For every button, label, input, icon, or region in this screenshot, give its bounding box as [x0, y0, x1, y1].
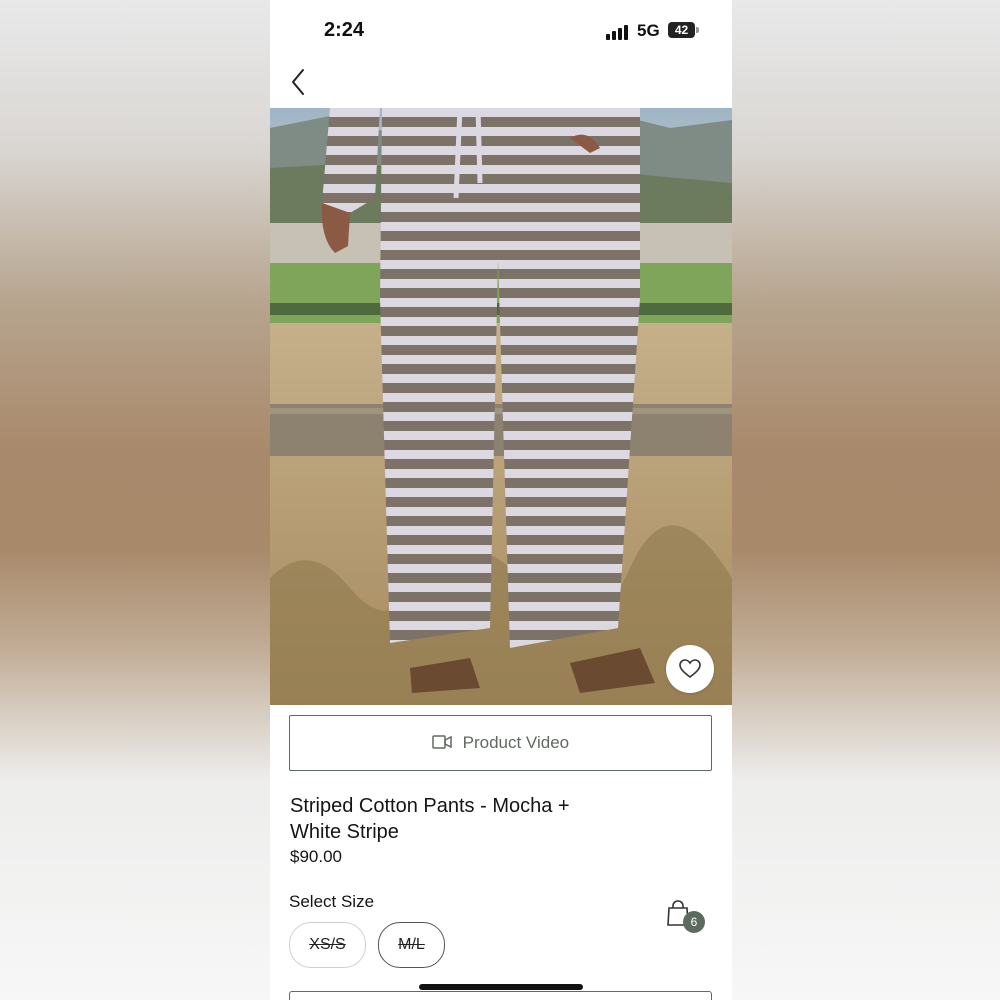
heart-icon [679, 659, 701, 679]
product-title: Striped Cotton Pants - Mocha + White Str… [290, 795, 570, 843]
phone-screen: 2:24 5G 42 Product Video Striped Cotton … [270, 0, 732, 1000]
status-bar: 2:24 5G 42 [270, 0, 732, 60]
product-video-button[interactable]: Product Video [289, 715, 712, 771]
back-button[interactable] [284, 64, 316, 100]
chevron-left-icon [292, 69, 304, 95]
cart-button[interactable]: 6 [666, 900, 710, 940]
product-image[interactable] [270, 108, 732, 705]
video-camera-icon [432, 734, 452, 749]
battery-cap [696, 27, 699, 33]
favorite-button[interactable] [666, 645, 714, 693]
home-indicator[interactable] [419, 984, 583, 990]
select-size-label: Select Size [289, 892, 375, 911]
size-option-m-l[interactable]: M/L [378, 922, 445, 968]
network-type: 5G [637, 21, 660, 40]
cellular-signal-icon [606, 25, 628, 40]
background-blur-left [0, 0, 270, 1000]
add-to-cart-button[interactable] [289, 991, 712, 1000]
product-video-label: Product Video [462, 733, 570, 752]
size-option-xs-s[interactable]: XS/S [289, 922, 366, 968]
product-video-content: Product Video [290, 733, 711, 753]
product-photo [270, 108, 732, 705]
status-time: 2:24 [324, 19, 365, 41]
cart-count-badge: 6 [683, 911, 705, 933]
background-blur-right [732, 0, 1000, 1000]
product-price: $90.00 [290, 847, 342, 866]
battery-icon: 42 [668, 22, 695, 38]
